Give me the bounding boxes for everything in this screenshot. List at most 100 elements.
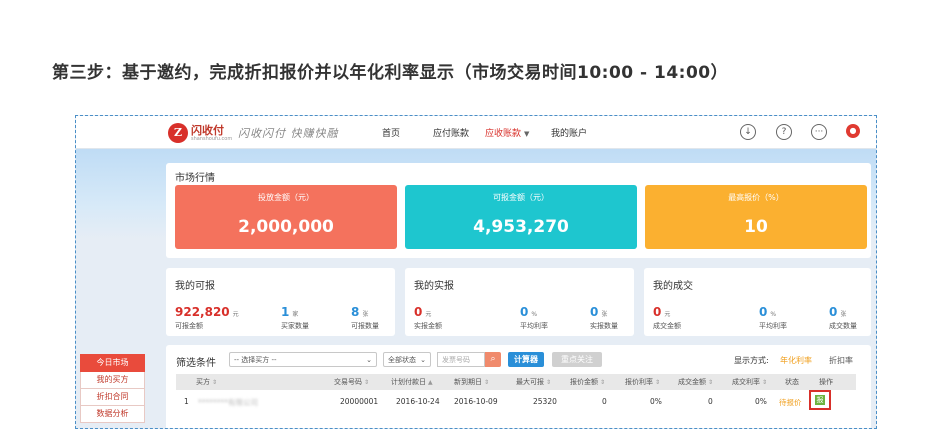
th-plan-date-label: 计划付款日 xyxy=(391,378,426,386)
th-new-due-label: 新到期日 xyxy=(454,378,482,386)
th-trade-no-label: 交易号码 xyxy=(334,378,362,386)
calculator-button[interactable]: 计算器 xyxy=(508,352,544,367)
cell-deal-rate: 0% xyxy=(755,397,767,406)
cell-deal-amount: 0 xyxy=(708,397,713,406)
market-title: 市场行情 xyxy=(175,173,215,184)
my-available-buyers: 1家 买家数量 xyxy=(281,301,309,331)
my-available-buyers-label: 买家数量 xyxy=(281,322,309,330)
my-quoted-rate: 0% 平均利率 xyxy=(520,301,548,331)
cell-new-due: 2016-10-09 xyxy=(454,397,498,406)
status-select[interactable]: 全部状态 ⌄ xyxy=(383,352,431,367)
cell-quote-rate: 0% xyxy=(650,397,662,406)
sidebar-item-discount-contract[interactable]: 折扣合同 xyxy=(80,389,145,406)
quote-action-button[interactable]: 报 xyxy=(809,390,831,410)
my-quoted-card: 我的实报 0元 实报金额 0% 平均利率 0张 实报数量 xyxy=(405,268,634,336)
sidebar-item-my-buyers[interactable]: 我的买方 xyxy=(80,372,145,389)
sidebar-item-data-analysis[interactable]: 数据分析 xyxy=(80,406,145,423)
my-quoted-rate-unit: % xyxy=(531,311,538,318)
th-deal-rate[interactable]: 成交利率 ⇕ xyxy=(732,377,767,387)
th-max-quote[interactable]: 最大可报 ⇕ xyxy=(516,377,551,387)
more-icon[interactable]: ··· xyxy=(811,124,827,140)
sort-icon: ⇕ xyxy=(212,379,218,386)
max-quote-card: 最高报价（%） 10 xyxy=(645,185,867,249)
filter-label: 筛选条件 xyxy=(176,358,216,369)
my-available-amount-label: 可报金额 xyxy=(175,322,203,330)
max-quote-label: 最高报价（%） xyxy=(728,193,784,202)
focus-button[interactable]: 重点关注 xyxy=(552,352,602,367)
th-quote-rate[interactable]: 报价利率 ⇕ xyxy=(625,377,660,387)
my-quoted-rate-label: 平均利率 xyxy=(520,322,548,330)
th-buyer-label: 买方 xyxy=(196,378,210,386)
slogan: 闪收闪付 快赚快融 xyxy=(238,127,339,140)
invoice-search-input[interactable]: 发票号码 xyxy=(437,352,485,367)
th-new-due[interactable]: 新到期日 ⇕ xyxy=(454,377,489,387)
table-header: 买方 ⇕ 交易号码 ⇕ 计划付款日 ▲ 新到期日 ⇕ 最大可报 ⇕ 报价金额 ⇕ 报价利率 ⇕… xyxy=(176,374,856,390)
nav-payables[interactable]: 应付账款 xyxy=(433,126,469,139)
th-quote-rate-label: 报价利率 xyxy=(625,378,653,386)
th-status: 状态 xyxy=(785,378,799,386)
invest-amount-label: 投放金额（元） xyxy=(258,193,314,202)
search-icon[interactable]: ⌕ xyxy=(485,352,501,367)
buyer-select-value: -- 选择买方 -- xyxy=(234,356,277,364)
max-quote-value: 10 xyxy=(744,217,768,237)
user-icon[interactable]: ● xyxy=(846,124,860,138)
th-trade-no[interactable]: 交易号码 ⇕ xyxy=(334,377,369,387)
my-quoted-count-unit: 张 xyxy=(601,311,608,318)
nav-my-account[interactable]: 我的账户 xyxy=(551,126,587,139)
my-deals-rate-label: 平均利率 xyxy=(759,322,787,330)
cell-plan-date: 2016-10-24 xyxy=(396,397,440,406)
buyer-select[interactable]: -- 选择买方 -- ⌄ xyxy=(229,352,377,367)
th-buyer[interactable]: 买方 ⇕ xyxy=(196,377,217,387)
sidebar-item-today-market[interactable]: 今日市场 xyxy=(80,354,145,372)
my-available-amount: 922,820 元 可报金额 xyxy=(175,301,239,331)
nav-receivables-label: 应收账款 xyxy=(485,129,522,139)
my-available-amount-unit: 元 xyxy=(232,311,239,318)
my-quoted-rate-value: 0 xyxy=(520,305,529,319)
my-quoted-amount-value: 0 xyxy=(414,305,423,319)
download-icon[interactable]: ↓ xyxy=(740,124,756,140)
my-available-title: 我的可报 xyxy=(175,281,215,292)
my-deals-title: 我的成交 xyxy=(653,281,693,292)
mode-annual-rate[interactable]: 年化利率 xyxy=(780,355,812,366)
cell-status: 待报价 xyxy=(779,398,802,407)
chevron-down-icon: ▼ xyxy=(524,130,530,138)
my-deals-count-label: 成交数量 xyxy=(829,322,857,330)
my-available-count: 8张 可报数量 xyxy=(351,301,379,331)
my-available-count-label: 可报数量 xyxy=(351,322,379,330)
th-deal-amount[interactable]: 成交金额 ⇕ xyxy=(678,377,713,387)
nav-receivables[interactable]: 应收账款 ▼ xyxy=(485,126,529,139)
my-quoted-title: 我的实报 xyxy=(414,281,454,292)
my-deals-count-value: 0 xyxy=(829,305,838,319)
cell-trade-no[interactable]: 20000001 xyxy=(340,397,378,406)
app-frame: Z 闪收付 shanshoufu.com 闪收闪付 快赚快融 首页 应付账款 应… xyxy=(75,115,877,429)
th-operation: 操作 xyxy=(819,378,833,386)
th-deal-amount-label: 成交金额 xyxy=(678,378,706,386)
invest-amount-card: 投放金额（元） 2,000,000 xyxy=(175,185,397,249)
th-quote-amount[interactable]: 报价金额 ⇕ xyxy=(570,377,605,387)
logo-icon[interactable]: Z xyxy=(168,123,188,143)
step-title: 第三步：基于邀约，完成折扣报价并以年化利率显示（市场交易时间10:00 - 14… xyxy=(52,63,729,83)
nav-home[interactable]: 首页 xyxy=(382,126,400,139)
my-available-buyers-unit: 家 xyxy=(292,311,299,318)
my-deals-amount-unit: 元 xyxy=(664,311,671,318)
my-deals-rate: 0% 平均利率 xyxy=(759,301,787,331)
my-available-count-unit: 张 xyxy=(362,311,369,318)
my-deals-amount: 0元 成交金额 xyxy=(653,301,681,331)
available-amount-value: 4,953,270 xyxy=(473,217,569,237)
chevron-down-icon: ⌄ xyxy=(366,356,372,364)
sort-icon: ⇕ xyxy=(655,379,661,386)
sort-icon: ⇕ xyxy=(600,379,606,386)
my-deals-rate-value: 0 xyxy=(759,305,768,319)
help-icon[interactable]: ? xyxy=(776,124,792,140)
my-deals-rate-unit: % xyxy=(770,311,777,318)
list-panel: 筛选条件 -- 选择买方 -- ⌄ 全部状态 ⌄ 发票号码 ⌕ 计算器 重点关注 显… xyxy=(166,345,871,428)
my-deals-card: 我的成交 0元 成交金额 0% 平均利率 0张 成交数量 xyxy=(644,268,871,336)
market-panel: 市场行情 投放金额（元） 2,000,000 可报金额（元） 4,953,270… xyxy=(166,163,871,258)
mode-discount-rate[interactable]: 折扣率 xyxy=(829,355,853,366)
my-quoted-amount-label: 实报金额 xyxy=(414,322,442,330)
th-plan-date[interactable]: 计划付款日 ▲ xyxy=(391,377,433,387)
logo-domain: shanshoufu.com xyxy=(191,136,233,142)
sort-icon: ⇕ xyxy=(484,379,490,386)
display-mode-label: 显示方式: xyxy=(734,356,769,365)
my-deals-count: 0张 成交数量 xyxy=(829,301,857,331)
